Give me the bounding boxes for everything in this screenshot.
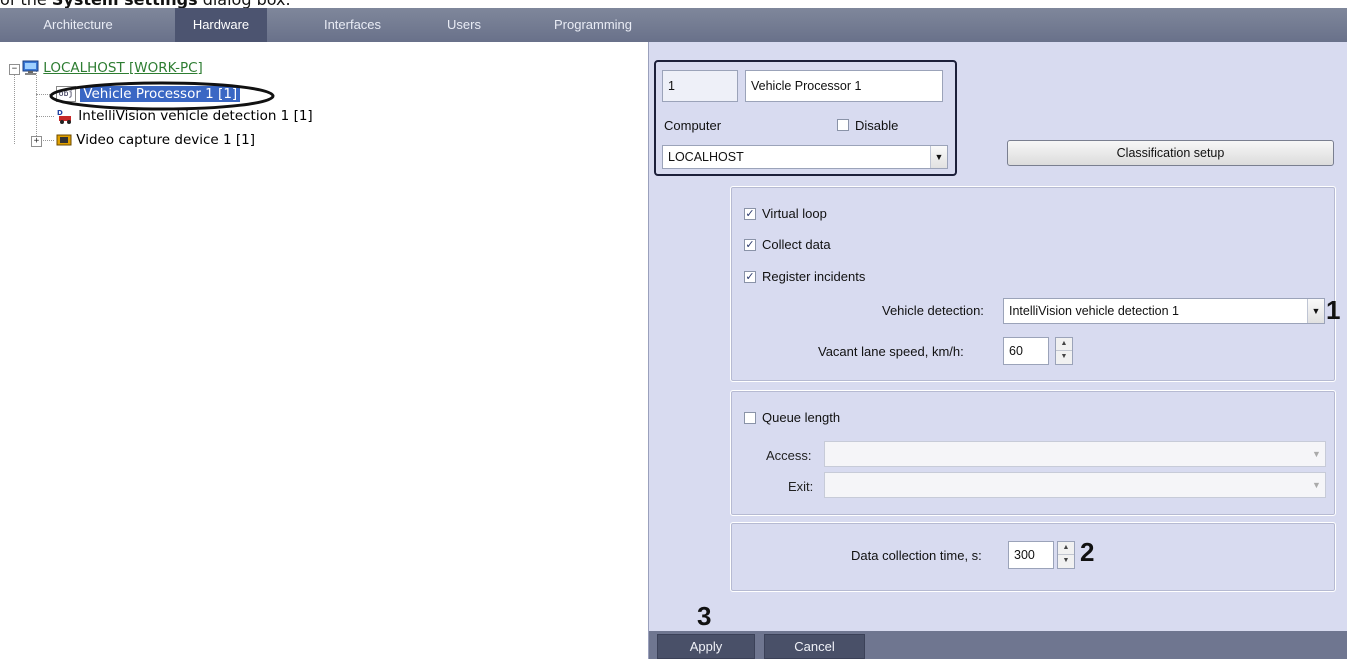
callout-marker-3: 3 — [697, 601, 712, 631]
hardware-tree: − LOCALHOST [WORK-PC] obj Vehicle Proces… — [0, 42, 648, 659]
access-select[interactable]: ▼ — [824, 441, 1326, 467]
vehicle-detection-value: IntelliVision vehicle detection 1 — [1009, 304, 1180, 318]
object-name-field[interactable]: Vehicle Processor 1 — [745, 70, 943, 102]
tree-item-label: IntelliVision vehicle detection 1 [1] — [78, 108, 313, 124]
footer-bar: Apply Cancel — [649, 631, 1347, 659]
vacant-speed-input[interactable]: 60 — [1003, 337, 1049, 365]
spin-down-icon[interactable]: ▼ — [1058, 555, 1074, 568]
virtual-loop-checkbox[interactable]: ✓ — [744, 208, 756, 220]
queue-length-label: Queue length — [762, 410, 841, 425]
data-collection-label: Data collection time, s: — [851, 548, 982, 563]
tree-root-localhost[interactable]: LOCALHOST [WORK-PC] — [22, 58, 203, 78]
computer-select-value: LOCALHOST — [668, 150, 744, 164]
tree-connector — [36, 116, 54, 117]
spin-down-icon[interactable]: ▼ — [1056, 351, 1072, 364]
vehicle-detection-label: Vehicle detection: — [882, 303, 984, 318]
cancel-button[interactable]: Cancel — [764, 634, 865, 659]
classification-setup-button[interactable]: Classification setup — [1007, 140, 1334, 166]
main-tab-bar: Architecture Hardware Interfaces Users P… — [0, 8, 1347, 42]
vacant-speed-label: Vacant lane speed, km/h: — [818, 344, 964, 359]
chevron-down-icon: ▼ — [930, 146, 947, 168]
chevron-down-icon: ▼ — [1312, 449, 1321, 459]
tab-architecture[interactable]: Architecture — [18, 8, 138, 42]
apply-button[interactable]: Apply — [657, 634, 755, 659]
disable-checkbox[interactable] — [837, 119, 849, 131]
access-label: Access: — [766, 448, 812, 463]
virtual-loop-label: Virtual loop — [762, 206, 827, 221]
vehicle-detection-select[interactable]: IntelliVision vehicle detection 1 ▼ — [1003, 298, 1325, 324]
svg-text:D: D — [57, 109, 63, 117]
data-collection-group: Data collection time, s: 300 ▲ ▼ 2 — [730, 522, 1336, 592]
tree-connector — [36, 70, 37, 140]
object-id-field[interactable]: 1 — [662, 70, 738, 102]
queue-length-checkbox[interactable] — [744, 412, 756, 424]
tab-interfaces[interactable]: Interfaces — [305, 8, 400, 42]
tab-hardware[interactable]: Hardware — [175, 8, 267, 42]
tab-programming[interactable]: Programming — [540, 8, 646, 42]
computer-icon — [22, 60, 39, 76]
settings-panel: 1 Vehicle Processor 1 Computer Disable L… — [648, 42, 1347, 659]
chevron-down-icon: ▼ — [1312, 480, 1321, 490]
capture-card-icon — [56, 133, 72, 147]
vehicle-settings-group: ✓ Virtual loop ✓ Collect data ✓ Register… — [730, 186, 1336, 382]
vacant-speed-spinner[interactable]: ▲ ▼ — [1055, 337, 1073, 365]
exit-label: Exit: — [788, 479, 814, 494]
tree-connector — [14, 72, 15, 144]
queue-length-group: Queue length Access: ▼ Exit: ▼ — [730, 390, 1336, 516]
collapse-toggle[interactable]: − — [9, 64, 20, 75]
tree-item-label: Video capture device 1 [1] — [76, 132, 256, 148]
computer-label: Computer — [664, 118, 722, 133]
data-collection-spinner[interactable]: ▲ ▼ — [1057, 541, 1075, 569]
expand-toggle[interactable]: + — [31, 136, 42, 147]
register-incidents-checkbox[interactable]: ✓ — [744, 271, 756, 283]
tree-item-intellivision-detection[interactable]: D IntelliVision vehicle detection 1 [1] — [56, 106, 313, 126]
tree-root-label: LOCALHOST [WORK-PC] — [43, 60, 203, 76]
callout-marker-1: 1 — [1326, 295, 1341, 325]
tree-item-video-capture[interactable]: Video capture device 1 [1] — [56, 130, 255, 150]
detector-icon: D — [56, 108, 74, 124]
spin-up-icon[interactable]: ▲ — [1056, 338, 1072, 351]
spin-up-icon[interactable]: ▲ — [1058, 542, 1074, 555]
chevron-down-icon: ▼ — [1307, 299, 1324, 323]
collect-data-checkbox[interactable]: ✓ — [744, 239, 756, 251]
computer-select[interactable]: LOCALHOST ▼ — [662, 145, 948, 169]
data-collection-input[interactable]: 300 — [1008, 541, 1054, 569]
register-incidents-label: Register incidents — [762, 269, 866, 284]
exit-select[interactable]: ▼ — [824, 472, 1326, 498]
object-header-box: 1 Vehicle Processor 1 Computer Disable L… — [654, 60, 957, 176]
callout-marker-2: 2 — [1080, 537, 1095, 567]
tab-users[interactable]: Users — [433, 8, 495, 42]
disable-label: Disable — [855, 118, 899, 133]
collect-data-label: Collect data — [762, 237, 831, 252]
